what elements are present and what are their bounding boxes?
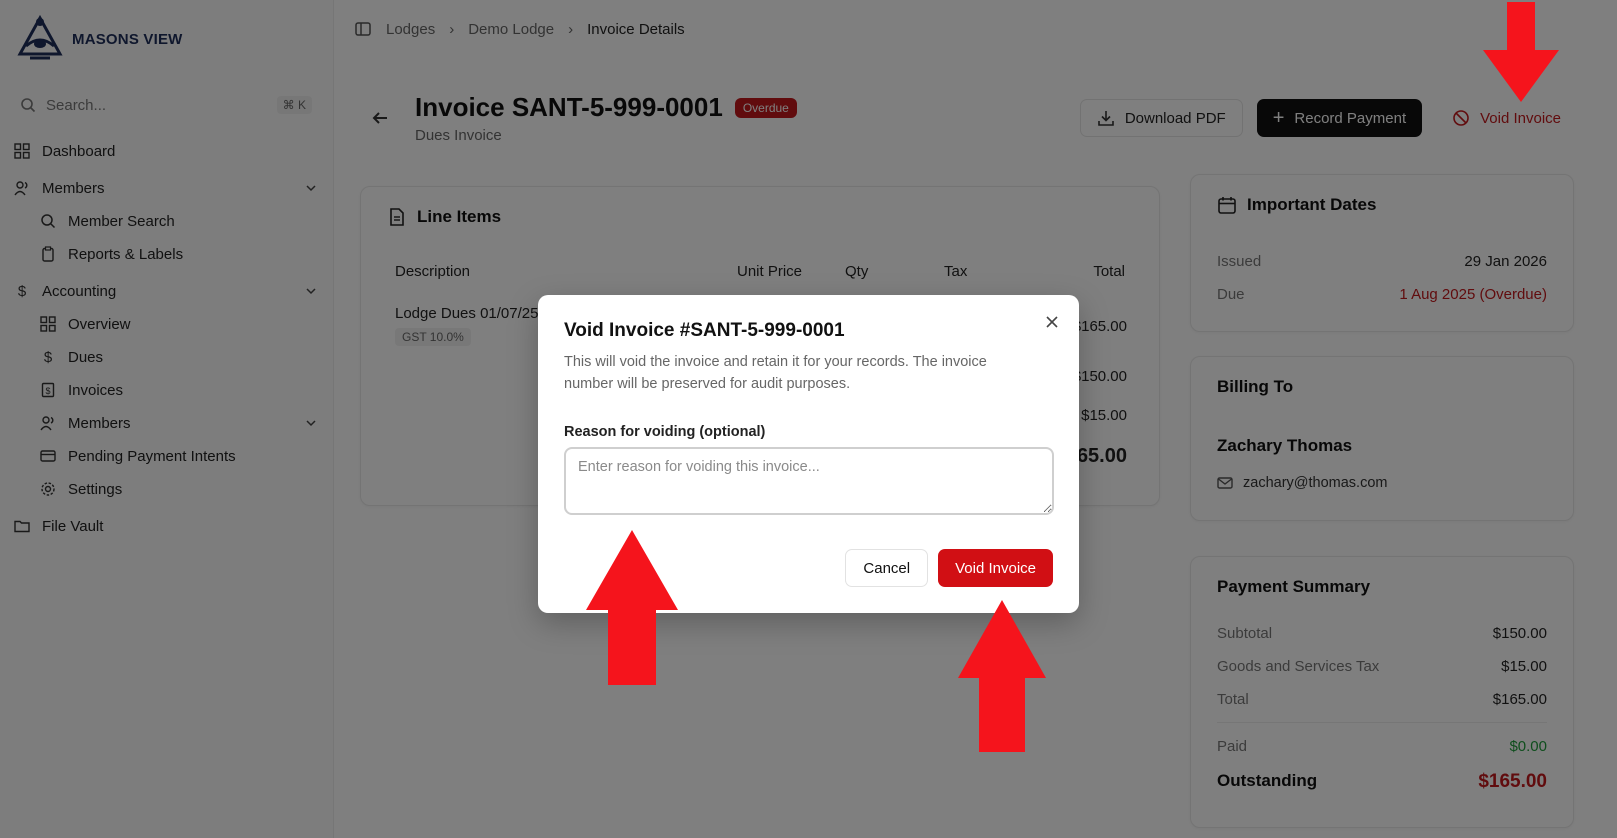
reason-label: Reason for voiding (optional) — [564, 424, 766, 440]
dialog-description: This will void the invoice and retain it… — [564, 354, 987, 392]
annotation-arrow-up-icon — [586, 530, 678, 685]
annotation-arrow-down-icon — [1483, 2, 1559, 102]
dialog-actions: Cancel Void Invoice — [845, 549, 1053, 587]
dialog-title: Void Invoice #SANT-5-999-0001 — [564, 320, 845, 341]
cancel-button[interactable]: Cancel — [845, 549, 929, 587]
close-icon[interactable] — [1043, 313, 1061, 331]
reason-textarea[interactable] — [564, 447, 1054, 515]
confirm-void-button[interactable]: Void Invoice — [938, 549, 1053, 587]
annotation-arrow-up-icon — [958, 600, 1046, 752]
